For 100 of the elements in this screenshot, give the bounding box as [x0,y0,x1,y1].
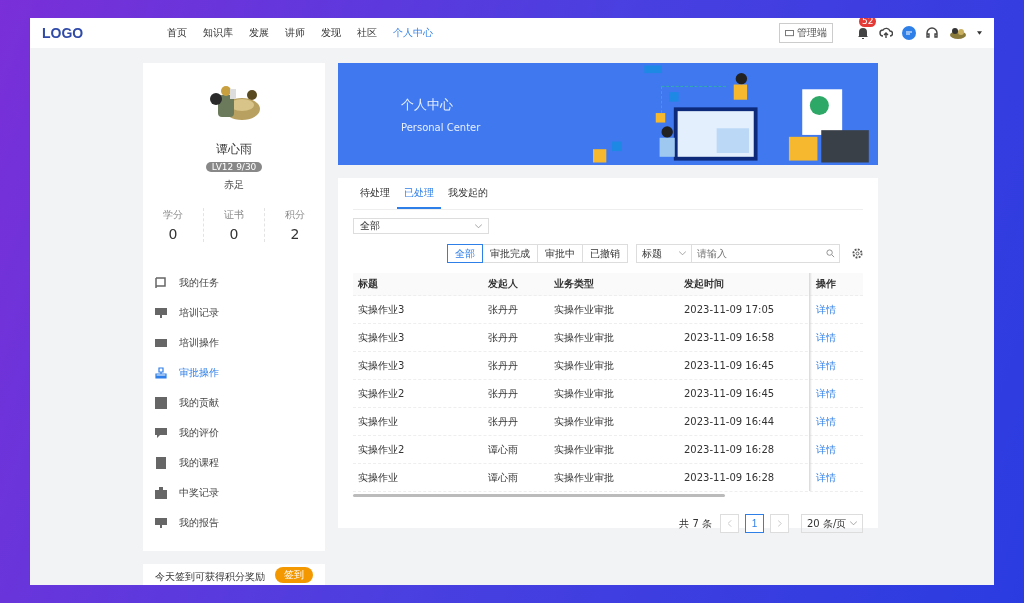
table-cell-text: 2023-11-09 16:58 [683,332,776,343]
signin-text: 今天签到可获得积分奖励 [155,570,265,584]
table-cell-text: 实操作业 [357,470,399,485]
filter-button[interactable]: 审批中 [537,244,583,263]
cloud-upload-icon[interactable] [879,26,893,40]
nav-link[interactable]: 知识库 [203,26,233,40]
table-cell-text: 实操作业 [357,414,399,429]
menu-item[interactable]: 我的贡献 [155,388,325,418]
filter-button[interactable]: 全部 [447,244,483,263]
column-header: 发起时间 [683,277,725,291]
chat-bubble-icon[interactable] [902,26,916,40]
chevron-right-icon [777,520,782,527]
search-field-select[interactable]: 标题 [636,244,692,263]
stat-value: 2 [290,226,300,242]
chat-icon [155,427,167,439]
table-cell-text: 实操作业3 [357,358,406,373]
table-cell-text: 2023-11-09 16:28 [683,444,776,455]
chevron-down-icon [475,223,482,229]
stat-value: 0 [229,226,239,242]
table-cell-text: 实操作业3 [357,302,406,317]
table-cell-text: 实操作业审批 [553,470,615,485]
admin-button[interactable]: 管理端 [779,23,833,43]
search-icon[interactable] [826,249,835,258]
table-cell-text: 2023-11-09 16:44 [683,416,776,427]
column-header: 操作 [815,277,837,291]
menu-item[interactable]: 培训记录 [155,298,325,328]
details-link[interactable]: 详情 [809,386,861,401]
banner-title: 个人中心 [401,95,454,114]
user-name: 谭心雨 [216,141,252,158]
table-cell-text: 2023-11-09 17:05 [683,304,776,315]
column-header: 发起人 [487,277,519,291]
table-cell-text: 张丹丹 [487,386,519,401]
table-cell-text: 谭心雨 [487,442,519,457]
monitor-icon [785,29,794,37]
user-title: 赤足 [224,178,244,192]
table-cell-text: 张丹丹 [487,302,519,317]
level-badge: LV12 9/30 [205,162,263,172]
logo[interactable]: LOGO [42,25,167,41]
details-link[interactable]: 详情 [809,442,861,457]
nav-link[interactable]: 发现 [321,26,341,40]
table-cell-text: 实操作业审批 [553,302,615,317]
headset-icon[interactable] [925,26,939,40]
nav-link[interactable]: 发展 [249,26,269,40]
table-cell-text: 实操作业审批 [553,414,615,429]
table-cell-text: 实操作业审批 [553,330,615,345]
details-link[interactable]: 详情 [809,414,861,429]
user-avatar[interactable] [948,26,968,40]
nav-link[interactable]: 社区 [357,26,377,40]
menu-item[interactable]: 培训操作 [155,328,325,358]
menu-item[interactable]: 我的报告 [155,508,325,538]
page-button[interactable]: 1 [745,514,764,533]
chevron-left-icon [727,520,732,527]
details-link[interactable]: 详情 [809,470,861,485]
board-icon [155,307,167,319]
total-count: 共 7 条 [679,516,712,531]
tab[interactable]: 已处理 [397,183,441,209]
table-cell-text: 2023-11-09 16:45 [683,388,776,399]
tab[interactable]: 我发起的 [441,183,495,209]
stat-label: 证书 [224,208,244,222]
table-cell-text: 2023-11-09 16:28 [683,472,776,483]
menu-item[interactable]: 我的任务 [155,268,325,298]
column-header: 标题 [357,277,379,291]
nav-link[interactable]: 讲师 [285,26,305,40]
table-cell-text: 张丹丹 [487,358,519,373]
banner-subtitle: Personal Center [401,121,482,133]
menu-item[interactable]: 我的评价 [155,418,325,448]
nav-link[interactable]: 个人中心 [393,26,433,40]
bell-icon[interactable] [856,26,870,40]
board-icon [155,517,167,529]
table-cell-text: 谭心雨 [487,470,519,485]
table-cell-text: 实操作业2 [357,442,406,457]
search-field[interactable]: 请输入 [692,244,840,263]
details-link[interactable]: 详情 [809,302,861,317]
chevron-down-icon [850,521,857,526]
menu-item[interactable]: 中奖记录 [155,478,325,508]
menu-item[interactable]: 我的课程 [155,448,325,478]
notification-badge: 52 [859,18,877,27]
page-size-select[interactable]: 20 条/页 [801,514,863,533]
table-cell-text: 实操作业3 [357,330,406,345]
filter-button[interactable]: 审批完成 [482,244,538,263]
table-cell-text: 实操作业审批 [553,442,615,457]
menu-item[interactable]: 审批操作 [155,358,325,388]
table-cell-text: 实操作业审批 [553,386,615,401]
nav-link[interactable]: 首页 [167,26,187,40]
stat-value: 0 [168,226,178,242]
details-link[interactable]: 详情 [809,358,861,373]
tab[interactable]: 待处理 [353,183,397,209]
table-cell-text: 2023-11-09 16:45 [683,360,776,371]
stat-label: 积分 [285,208,305,222]
details-link[interactable]: 详情 [809,330,861,345]
stat-label: 学分 [163,208,183,222]
scrollbar[interactable] [353,494,725,497]
filter-button[interactable]: 已撤销 [582,244,628,263]
chevron-down-icon [679,251,686,256]
settings-icon[interactable] [852,248,863,259]
caret-icon[interactable] [977,31,982,35]
table-cell-text: 实操作业审批 [553,358,615,373]
type-select[interactable]: 全部 [353,218,489,234]
table-cell-text: 张丹丹 [487,414,519,429]
table-cell-text: 实操作业2 [357,386,406,401]
